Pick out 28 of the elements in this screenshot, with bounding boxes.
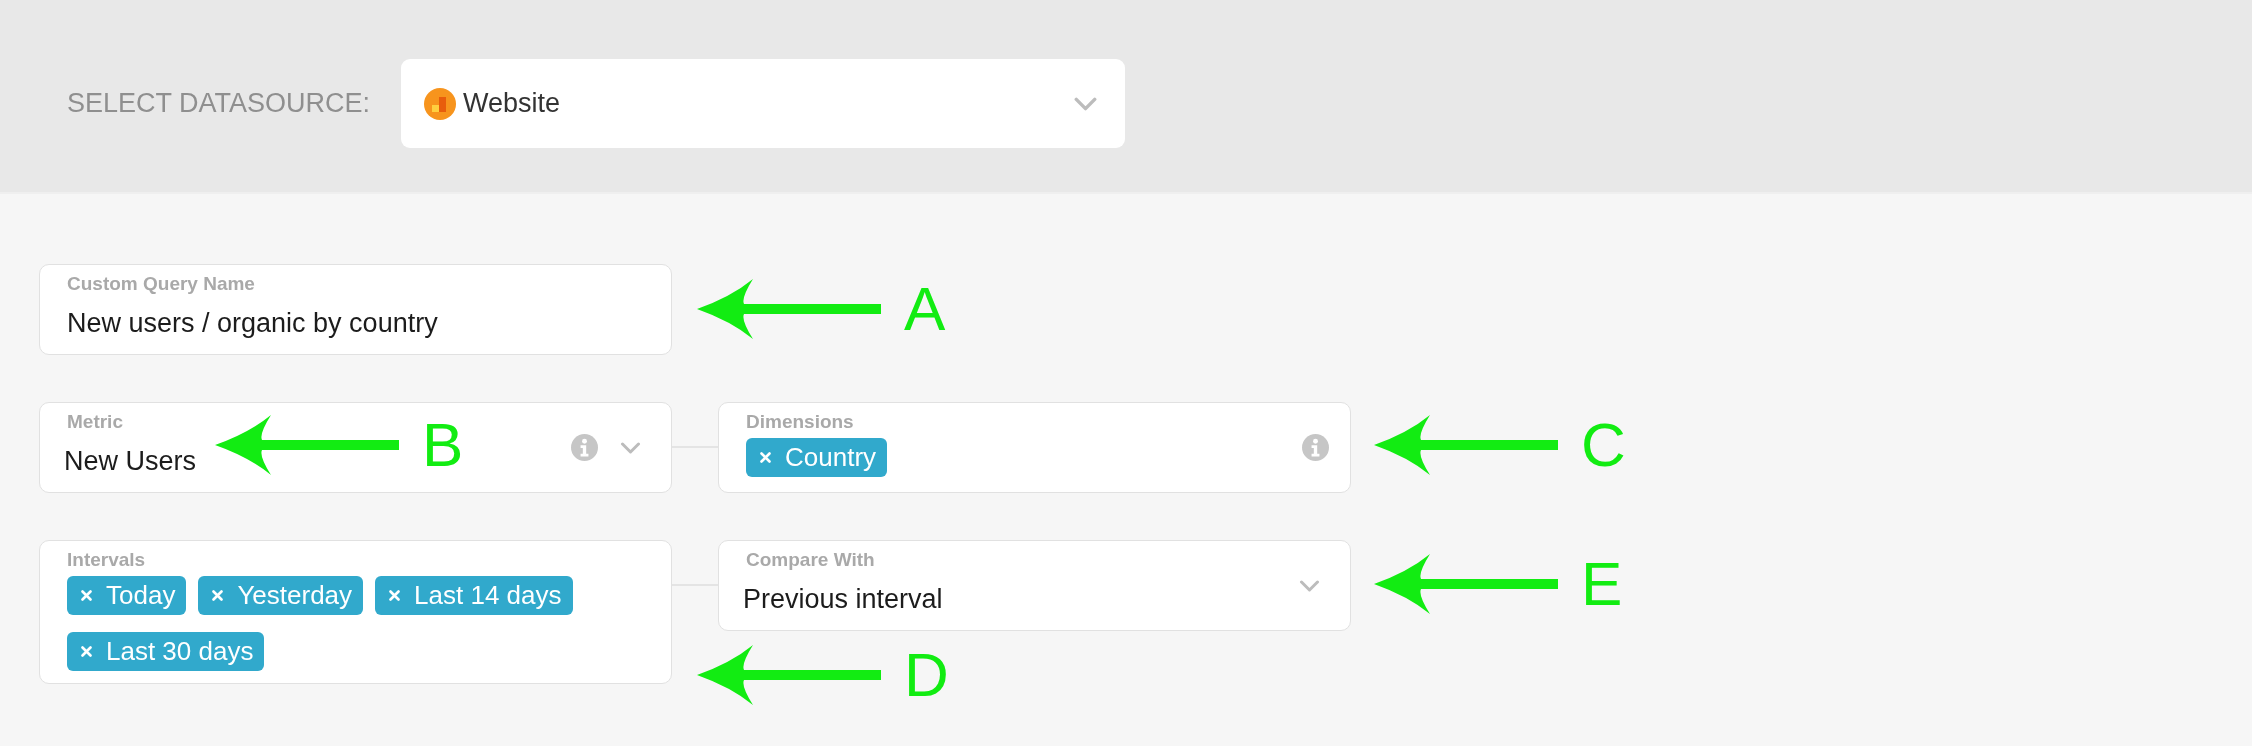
close-icon[interactable]: [389, 590, 401, 601]
callout-letter: B: [422, 413, 464, 477]
dropdown-field[interactable]: Compare With Previous interval: [718, 540, 1351, 631]
callout-letter: E: [1581, 552, 1623, 616]
info-icon[interactable]: [571, 434, 598, 461]
callout-letter: C: [1581, 413, 1626, 477]
text-input[interactable]: New users / organic by country: [67, 308, 671, 338]
tag-chip[interactable]: Today: [67, 576, 187, 615]
text-field[interactable]: Custom Query Name New users / organic by country: [39, 264, 672, 355]
chevron-down-icon: [1299, 579, 1320, 592]
callout-letter: A: [904, 277, 946, 341]
close-icon[interactable]: [81, 590, 92, 601]
close-icon[interactable]: [760, 452, 771, 463]
datasource-label: SELECT DATASOURCE:: [67, 87, 371, 120]
tag-chip[interactable]: Yesterday: [198, 576, 364, 615]
chevron-down-icon: [620, 441, 641, 454]
datasource-select[interactable]: Website: [401, 59, 1126, 148]
info-icon[interactable]: [1302, 434, 1329, 461]
tag-chip[interactable]: Last 30 days: [67, 632, 265, 671]
close-icon[interactable]: [81, 646, 92, 657]
tag-chip[interactable]: Last 14 days: [375, 576, 573, 615]
callout-letter: D: [904, 643, 949, 707]
chevron-down-icon: [1074, 96, 1098, 111]
tag-field[interactable]: Intervals Today Yesterday Last 14 days Last 30 days: [39, 540, 672, 684]
close-icon[interactable]: [212, 590, 224, 601]
tag-chip[interactable]: Country: [746, 438, 888, 477]
tag-field[interactable]: Dimensions Country: [718, 402, 1351, 493]
bar-chart-icon: [424, 87, 457, 120]
